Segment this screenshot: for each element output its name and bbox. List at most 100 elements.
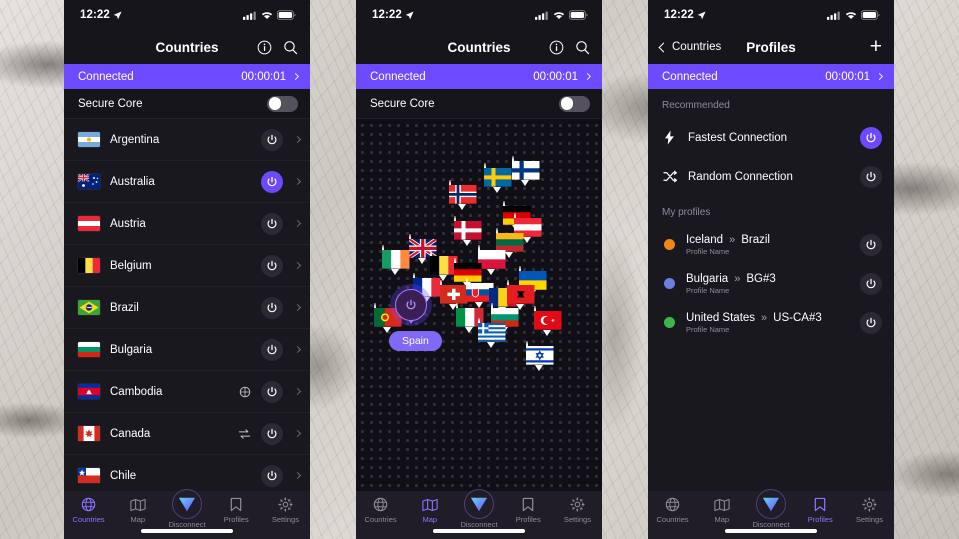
- info-circle-icon[interactable]: [549, 40, 564, 55]
- map-country-pin[interactable]: [512, 156, 540, 186]
- tab-bar[interactable]: Countries Map Disconnect Profiles Settings: [64, 489, 310, 539]
- country-connect-button[interactable]: [261, 128, 283, 151]
- tab-map[interactable]: Map: [113, 496, 162, 524]
- country-row[interactable]: Argentina: [64, 119, 310, 161]
- tab-disconnect[interactable]: Disconnect: [162, 489, 211, 529]
- back-button[interactable]: Countries: [658, 41, 721, 53]
- tab-countries[interactable]: Countries: [64, 496, 113, 524]
- lightning-icon: [662, 130, 677, 145]
- bookmark-icon: [813, 496, 827, 513]
- home-indicator[interactable]: [433, 529, 525, 533]
- country-row[interactable]: Australia: [64, 161, 310, 203]
- country-connect-button[interactable]: [261, 254, 283, 277]
- tab-bar[interactable]: Countries Map Disconnect Profiles Settings: [648, 489, 894, 539]
- world-map[interactable]: Spain: [356, 119, 602, 491]
- profile-connect-button[interactable]: [860, 165, 882, 188]
- country-list[interactable]: Argentina Australia Austria Belgium Brazil Bu…: [64, 119, 310, 491]
- map-country-pin[interactable]: [478, 318, 506, 348]
- country-row[interactable]: Belgium: [64, 245, 310, 287]
- map-country-pin[interactable]: [454, 216, 482, 246]
- country-connect-button[interactable]: [261, 170, 283, 193]
- tab-label: Profiles: [807, 515, 833, 524]
- profile-row[interactable]: Bulgaria » BG#3 Profile Name: [648, 264, 894, 303]
- search-icon[interactable]: [575, 40, 590, 55]
- tab-map[interactable]: Map: [405, 496, 454, 524]
- profile-row[interactable]: United States » US-CA#3 Profile Name: [648, 303, 894, 342]
- country-connect-button[interactable]: [261, 380, 283, 403]
- map-country-pin[interactable]: [449, 180, 477, 210]
- secure-core-row[interactable]: Secure Core: [64, 89, 310, 119]
- tab-label: Countries: [364, 515, 397, 524]
- profiles-list[interactable]: Recommended Fastest Connection Random Conn…: [648, 89, 894, 491]
- connection-status-banner[interactable]: Connected 00:00:01: [64, 64, 310, 89]
- country-row[interactable]: Chile: [64, 455, 310, 491]
- tab-bar[interactable]: Countries Map Disconnect Profiles Settings: [356, 489, 602, 539]
- tab-profiles[interactable]: Profiles: [212, 496, 261, 524]
- profile-connect-button[interactable]: [860, 311, 882, 334]
- profile-route-arrow-icon: »: [761, 311, 768, 324]
- country-row[interactable]: Austria: [64, 203, 310, 245]
- profile-row[interactable]: Iceland » Brazil Profile Name: [648, 225, 894, 264]
- connection-status-banner[interactable]: Connected 00:00:01: [356, 64, 602, 89]
- tab-label: Countries: [656, 515, 689, 524]
- home-indicator[interactable]: [725, 529, 817, 533]
- tab-disconnect[interactable]: Disconnect: [454, 489, 503, 529]
- tab-profiles[interactable]: Profiles: [504, 496, 553, 524]
- power-icon[interactable]: [395, 289, 427, 321]
- pin-flag-icon: [507, 280, 535, 304]
- country-connect-button[interactable]: [261, 338, 283, 361]
- tab-settings[interactable]: Settings: [845, 496, 894, 524]
- profile-color-dot: [664, 278, 675, 289]
- map-country-pin[interactable]: [526, 341, 554, 371]
- map-country-pin[interactable]: [382, 245, 410, 275]
- tab-countries[interactable]: Countries: [356, 496, 405, 524]
- country-connect-button[interactable]: [261, 296, 283, 319]
- tab-settings[interactable]: Settings: [553, 496, 602, 524]
- secure-core-toggle[interactable]: [559, 95, 590, 112]
- tab-disconnect[interactable]: Disconnect: [746, 489, 795, 529]
- map-country-pin[interactable]: [478, 245, 506, 275]
- plus-icon[interactable]: +: [870, 36, 882, 57]
- bookmark-icon: [521, 496, 535, 513]
- map-country-pin[interactable]: [484, 163, 512, 193]
- cellular-signal-icon: [827, 11, 840, 20]
- country-row[interactable]: Bulgaria: [64, 329, 310, 371]
- tab-profiles[interactable]: Profiles: [796, 496, 845, 524]
- connection-status-banner[interactable]: Connected 00:00:01: [648, 64, 894, 89]
- profile-subtitle: Profile Name: [686, 246, 730, 256]
- protonvpn-logo-icon[interactable]: [756, 489, 786, 519]
- clock-text: 12:22: [372, 9, 402, 21]
- protonvpn-logo-icon[interactable]: [172, 489, 202, 519]
- map-country-pin[interactable]: [534, 306, 562, 336]
- info-circle-icon[interactable]: [257, 40, 272, 55]
- profile-connect-button[interactable]: [860, 272, 882, 295]
- country-row[interactable]: Canada: [64, 413, 310, 455]
- tab-countries[interactable]: Countries: [648, 496, 697, 524]
- nav-bar-profiles: Countries Profiles +: [648, 30, 894, 64]
- chevron-right-icon: [293, 471, 302, 480]
- country-row[interactable]: Cambodia: [64, 371, 310, 413]
- country-connect-button[interactable]: [261, 422, 283, 445]
- country-row[interactable]: Brazil: [64, 287, 310, 329]
- tab-label: Map: [714, 515, 730, 524]
- secure-core-toggle[interactable]: [267, 95, 298, 112]
- profile-route-from: Iceland: [686, 233, 724, 246]
- home-indicator[interactable]: [141, 529, 233, 533]
- country-connect-button[interactable]: [261, 464, 283, 487]
- tab-settings[interactable]: Settings: [261, 496, 310, 524]
- country-connect-button[interactable]: [261, 212, 283, 235]
- profile-connect-button[interactable]: [860, 233, 882, 256]
- wifi-icon: [553, 11, 565, 19]
- gear-icon: [278, 496, 293, 513]
- profile-connect-button[interactable]: [860, 126, 882, 149]
- profile-row[interactable]: Fastest Connection: [648, 118, 894, 157]
- shuffle-icon: [662, 170, 677, 183]
- country-name: Cambodia: [110, 385, 163, 398]
- search-icon[interactable]: [283, 40, 298, 55]
- connection-status-label: Connected: [370, 70, 426, 83]
- tab-map[interactable]: Map: [697, 496, 746, 524]
- secure-core-row[interactable]: Secure Core: [356, 89, 602, 119]
- profile-row[interactable]: Random Connection: [648, 157, 894, 196]
- map-selected-pin[interactable]: [390, 284, 432, 326]
- protonvpn-logo-icon[interactable]: [464, 489, 494, 519]
